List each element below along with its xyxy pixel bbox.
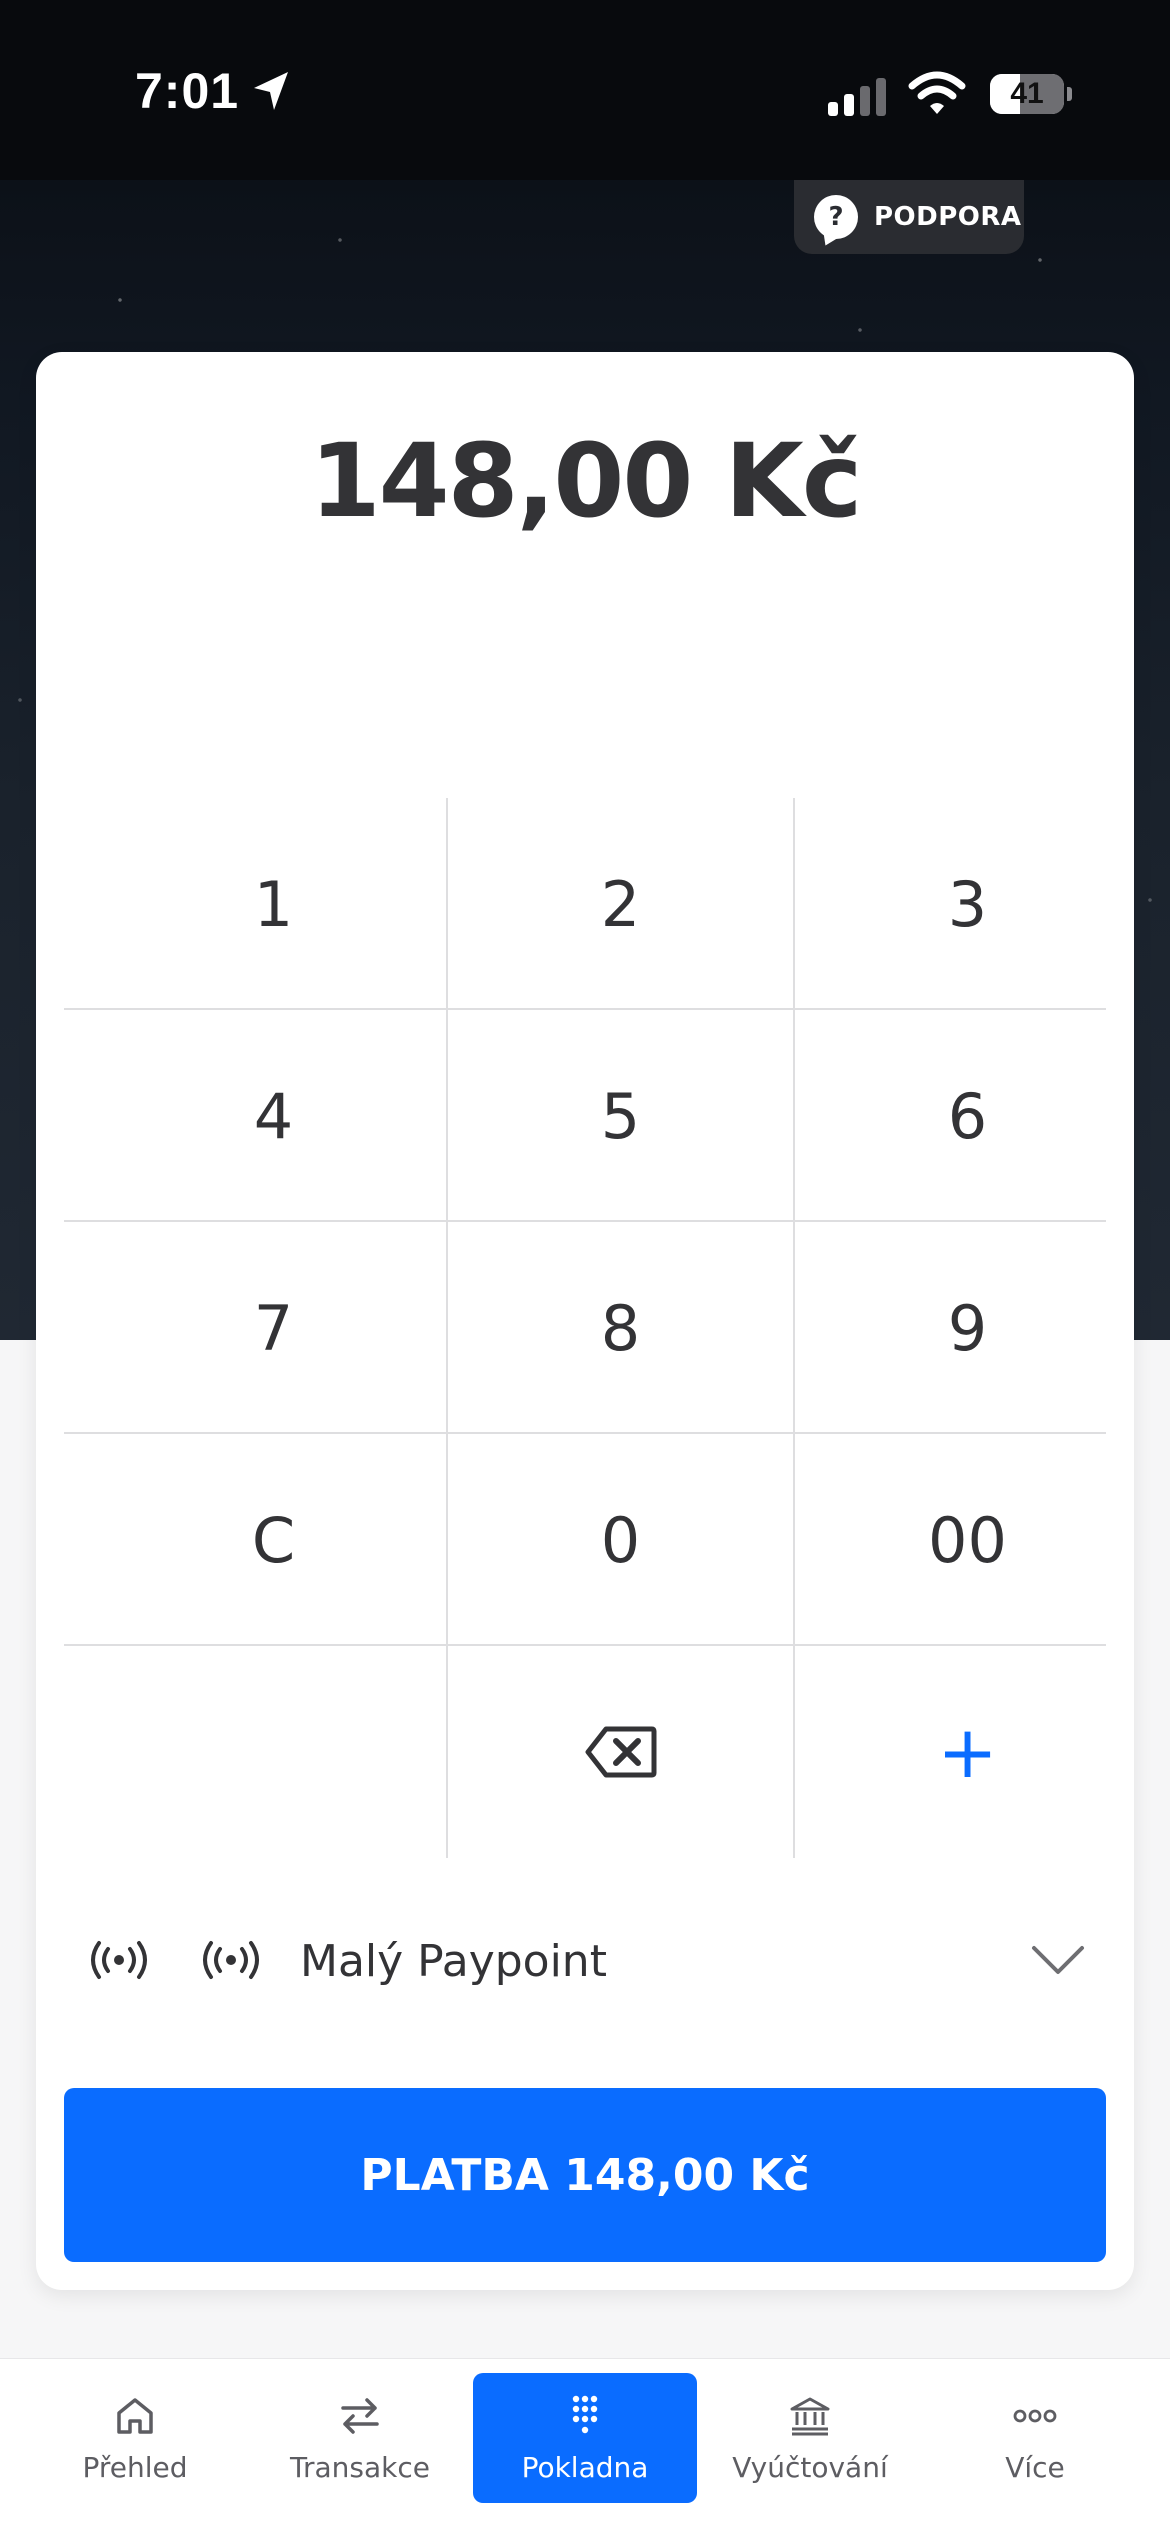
status-bar: 7:01 41: [0, 0, 1170, 180]
tab-pokladna[interactable]: Pokladna: [473, 2373, 697, 2503]
question-bubble-icon: ?: [814, 195, 858, 239]
key-9[interactable]: 9: [794, 1222, 1141, 1434]
bank-icon: [790, 2397, 830, 2435]
pay-button[interactable]: PLATBA 148,00 Kč: [64, 2088, 1106, 2262]
device-name: Malý Paypoint: [300, 1936, 607, 1987]
device-selector[interactable]: Malý Paypoint: [36, 1918, 1134, 2008]
support-button[interactable]: ? PODPORA: [794, 180, 1024, 254]
nfc-icon: [91, 1941, 147, 1979]
status-time: 7:01: [135, 63, 240, 119]
backspace-icon: [585, 1726, 656, 1778]
key-backspace[interactable]: [447, 1646, 794, 1858]
key-6[interactable]: 6: [794, 1010, 1141, 1222]
tab-label: Transakce: [290, 2450, 430, 2484]
wifi-icon: [908, 71, 966, 114]
keypad-icon: [572, 2395, 598, 2433]
payment-card: 148,00 Kč 1 2 3 4 5 6 7 8 9 C 0 00 + Mal…: [36, 352, 1134, 2290]
chevron-down-icon: [1032, 1946, 1084, 1974]
key-5[interactable]: 5: [447, 1010, 794, 1222]
nfc-icon: [203, 1941, 259, 1979]
tab-label: Vyúčtování: [732, 2450, 888, 2484]
key-3[interactable]: 3: [794, 798, 1141, 1010]
more-icon: [1013, 2409, 1057, 2422]
tab-label: Více: [1005, 2450, 1065, 2484]
battery-indicator: 41: [990, 74, 1072, 114]
support-label: PODPORA: [874, 202, 1022, 232]
tab-label: Přehled: [82, 2450, 188, 2484]
key-empty: [100, 1646, 447, 1858]
key-clear[interactable]: C: [100, 1434, 447, 1646]
location-arrow-icon: [254, 72, 288, 110]
home-icon: [117, 2397, 153, 2434]
amount-display: 148,00 Kč: [309, 422, 863, 541]
key-plus[interactable]: +: [794, 1646, 1141, 1858]
key-2[interactable]: 2: [447, 798, 794, 1010]
tab-prehled[interactable]: Přehled: [23, 2373, 247, 2503]
bottom-tab-bar: Přehled Transakce Pokladna Vyúčtování Ví…: [0, 2358, 1170, 2536]
tab-transakce[interactable]: Transakce: [248, 2373, 472, 2503]
key-8[interactable]: 8: [447, 1222, 794, 1434]
key-0[interactable]: 0: [447, 1434, 794, 1646]
key-00[interactable]: 00: [794, 1434, 1141, 1646]
key-1[interactable]: 1: [100, 798, 447, 1010]
tab-label: Pokladna: [521, 2450, 649, 2484]
tab-vice[interactable]: Více: [923, 2373, 1147, 2503]
key-4[interactable]: 4: [100, 1010, 447, 1222]
transfer-arrows-icon: [341, 2397, 379, 2434]
battery-level: 41: [1010, 77, 1044, 110]
cellular-signal-icon: [828, 78, 886, 116]
tab-vyuctovani[interactable]: Vyúčtování: [698, 2373, 922, 2503]
key-7[interactable]: 7: [100, 1222, 447, 1434]
keypad: 1 2 3 4 5 6 7 8 9 C 0 00 +: [64, 798, 1106, 1858]
